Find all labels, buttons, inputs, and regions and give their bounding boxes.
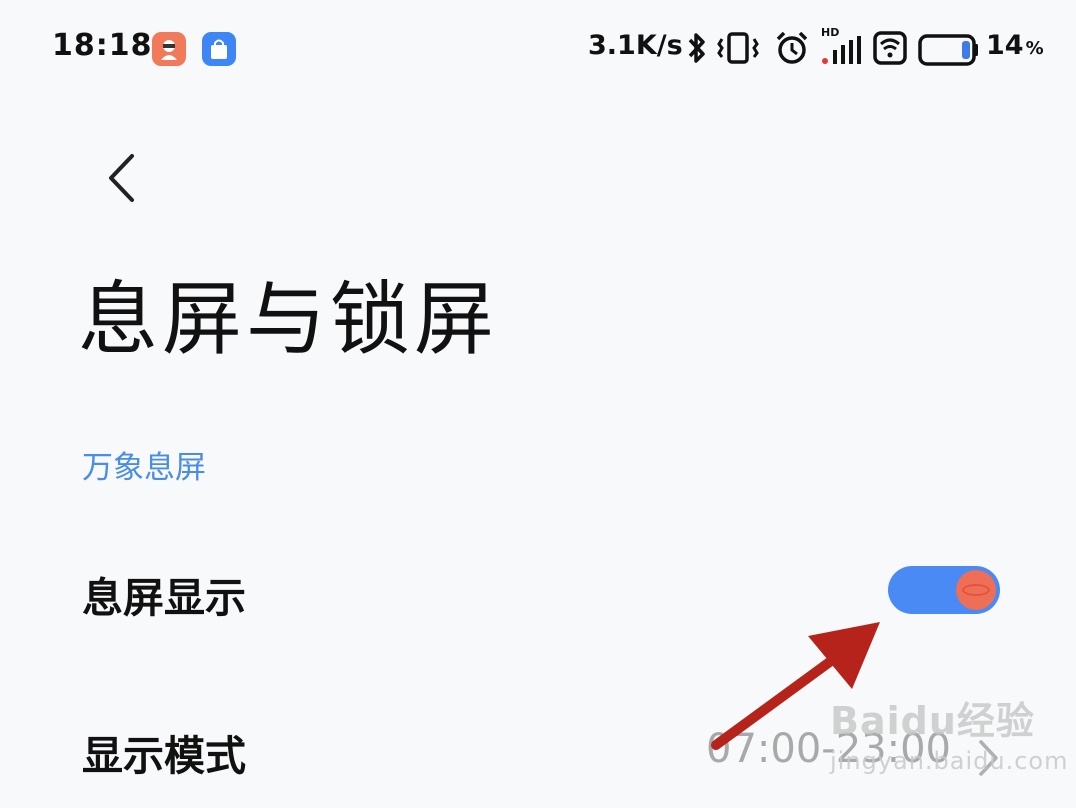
toggle-knob [956, 570, 996, 610]
signal-icon: HD [820, 26, 864, 68]
status-bar: 18:18 3.1K/s HD 14 % [0, 0, 1076, 100]
page-title: 息屏与锁屏 [78, 273, 498, 366]
back-button[interactable] [100, 148, 150, 208]
network-speed: 3.1K/s [588, 30, 683, 61]
aod-label: 息屏显示 [82, 574, 246, 622]
annotation-arrow-icon [711, 622, 880, 750]
vibrate-icon [717, 32, 759, 64]
alarm-icon [776, 31, 808, 64]
shopping-bag-icon [202, 32, 236, 66]
watermark: Baidu经验 jingyan.baidu.com [830, 690, 1068, 775]
settings-row-aod[interactable]: 息屏显示 [0, 540, 1076, 640]
battery-percent: 14% [986, 30, 1044, 61]
wifi-icon [873, 31, 907, 65]
display-mode-label: 显示模式 [82, 732, 246, 780]
chevron-left-icon [109, 154, 134, 202]
battery-icon [918, 34, 978, 66]
bluetooth-icon [688, 33, 705, 63]
app-notification-icon [152, 32, 186, 66]
section-header: 万象息屏 [82, 450, 206, 486]
aod-toggle[interactable] [888, 566, 1000, 614]
status-time: 18:18 [52, 28, 153, 63]
watermark-logo: Baidu经验 [830, 699, 1035, 743]
watermark-site: jingyan.baidu.com [830, 747, 1069, 775]
